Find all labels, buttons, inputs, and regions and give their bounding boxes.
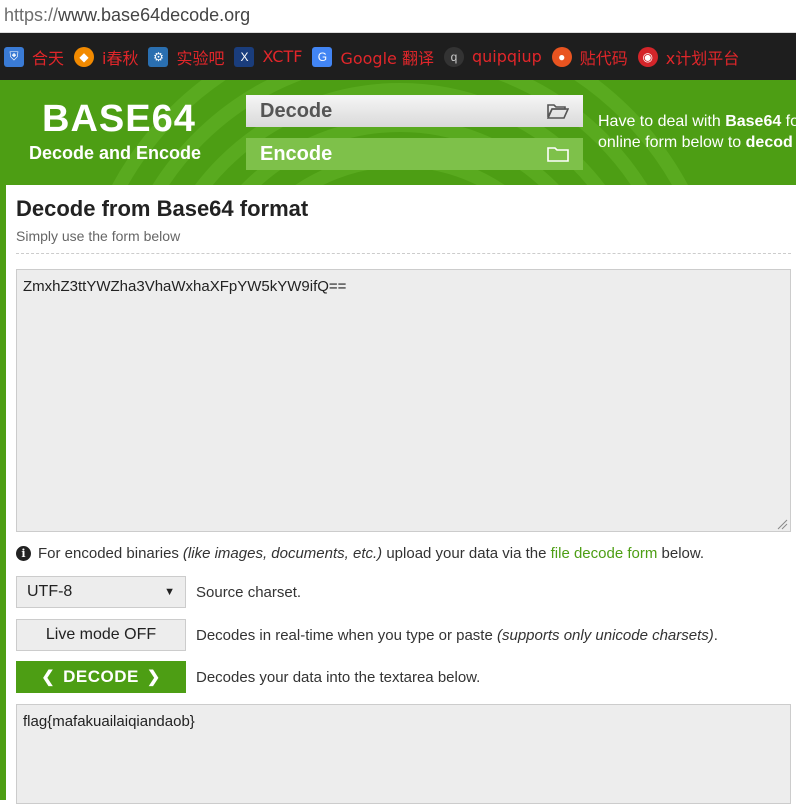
file-decode-form-link[interactable]: file decode form xyxy=(551,545,658,562)
header-text-line2: online form below to xyxy=(598,134,746,151)
info-line: i For encoded binaries (like images, doc… xyxy=(16,545,704,562)
decoded-output-textarea[interactable]: flag{mafakuailaiqiandaob} xyxy=(16,704,791,804)
site-header: BASE64 Decode and Encode Decode Encode H… xyxy=(0,80,796,185)
bookmarks-bar: ⛨ 合天 ◆ i春秋 ⚙ 实验吧 X XCTF G Google 翻译 q qu… xyxy=(0,33,796,80)
decode-button[interactable]: ❮ DECODE ❯ xyxy=(16,661,186,693)
info-text-middle: upload your data via the xyxy=(382,545,551,562)
logo-subtitle: Decode and Encode xyxy=(29,143,202,163)
xctf-icon: X xyxy=(234,46,255,67)
url-host: www.base64decode.org xyxy=(58,5,251,25)
bookmark-shiyanbar[interactable]: ⚙ 实验吧 xyxy=(144,33,230,80)
bookmark-label: 实验吧 xyxy=(176,48,225,68)
header-text-line1: Have to deal with xyxy=(598,113,726,130)
page-subtitle: Simply use the form below xyxy=(16,228,181,244)
encoded-input-textarea[interactable]: ZmxhZ3ttYWZha3VhaWxhaXFpYW5kYW9ifQ== xyxy=(16,269,791,532)
folder-icon xyxy=(547,147,569,162)
logo-title[interactable]: BASE64 xyxy=(42,98,196,141)
address-bar[interactable]: https://www.base64decode.org xyxy=(0,0,796,33)
nav-decode-label: Decode xyxy=(260,99,333,122)
bookmark-label: quipqiup xyxy=(471,47,542,66)
folder-open-icon xyxy=(547,104,569,119)
info-text-suffix: below. xyxy=(657,545,705,562)
url-scheme: https:// xyxy=(4,5,59,25)
nav-encode-label: Encode xyxy=(260,142,333,165)
shield-icon: ⛨ xyxy=(4,46,24,67)
divider xyxy=(16,253,791,254)
main-content: Decode from Base64 format Simply use the… xyxy=(0,185,796,804)
bookmark-label: x计划平台 xyxy=(665,48,740,68)
bookmark-quipqiup[interactable]: q quipqiup xyxy=(440,33,548,80)
charset-label: Source charset. xyxy=(196,584,302,601)
bookmark-label: 合天 xyxy=(32,48,65,68)
live-mode-desc-suffix: . xyxy=(713,627,718,644)
header-text-line1-suffix: fo xyxy=(785,113,796,130)
bookmark-label: XCTF xyxy=(262,47,303,66)
bookmark-label: i春秋 xyxy=(102,48,139,68)
ubuntu-icon: ● xyxy=(551,46,572,67)
info-text: For encoded binaries xyxy=(38,545,179,562)
bookmark-ichunqiu[interactable]: ◆ i春秋 xyxy=(70,33,144,80)
live-mode-toggle-button[interactable]: Live mode OFF xyxy=(16,619,186,651)
bookmark-label: 贴代码 xyxy=(579,48,628,68)
info-italic-text: (like images, documents, etc.) xyxy=(182,545,383,562)
live-mode-description: Decodes in real-time when you type or pa… xyxy=(196,627,718,644)
charset-selected-value: UTF-8 xyxy=(27,583,73,600)
nav-encode-button[interactable]: Encode xyxy=(246,138,583,170)
google-translate-icon: G xyxy=(312,46,333,67)
url-text[interactable]: https://www.base64decode.org xyxy=(4,5,250,26)
charset-select[interactable]: UTF-8 ▼ xyxy=(16,576,186,608)
bookmark-tiedaima[interactable]: ● 贴代码 xyxy=(548,33,634,80)
chevron-left-icon: ❮ xyxy=(41,669,56,686)
bookmark-xplan[interactable]: ◉ x计划平台 xyxy=(634,33,745,80)
bookmark-xctf[interactable]: X XCTF xyxy=(230,33,308,80)
header-text-bold: decod xyxy=(745,134,793,151)
shiyanbar-icon: ⚙ xyxy=(148,46,169,67)
quipqiup-icon: q xyxy=(443,46,464,67)
header-description: Have to deal with Base64 fo online form … xyxy=(598,111,796,153)
page-title: Decode from Base64 format xyxy=(16,196,309,221)
globe-icon: ◉ xyxy=(637,46,658,67)
caret-down-icon: ▼ xyxy=(164,586,175,598)
chevron-right-icon: ❯ xyxy=(146,669,161,686)
header-text-bold: Base64 xyxy=(725,113,782,130)
bookmark-google-translate[interactable]: G Google 翻译 xyxy=(308,33,440,80)
live-mode-desc-italic: (supports only unicode charsets) xyxy=(497,627,714,644)
nav-decode-button[interactable]: Decode xyxy=(246,95,583,127)
decode-button-label: DECODE xyxy=(63,667,139,686)
resize-grip-icon[interactable] xyxy=(776,518,788,530)
ichunqiu-icon: ◆ xyxy=(74,46,95,67)
bookmark-label: Google 翻译 xyxy=(340,48,434,68)
bookmark-hetian[interactable]: ⛨ 合天 xyxy=(0,33,70,80)
live-mode-desc-text: Decodes in real-time when you type or pa… xyxy=(196,627,497,644)
decode-description: Decodes your data into the textarea belo… xyxy=(196,669,481,686)
info-icon: i xyxy=(16,546,31,561)
